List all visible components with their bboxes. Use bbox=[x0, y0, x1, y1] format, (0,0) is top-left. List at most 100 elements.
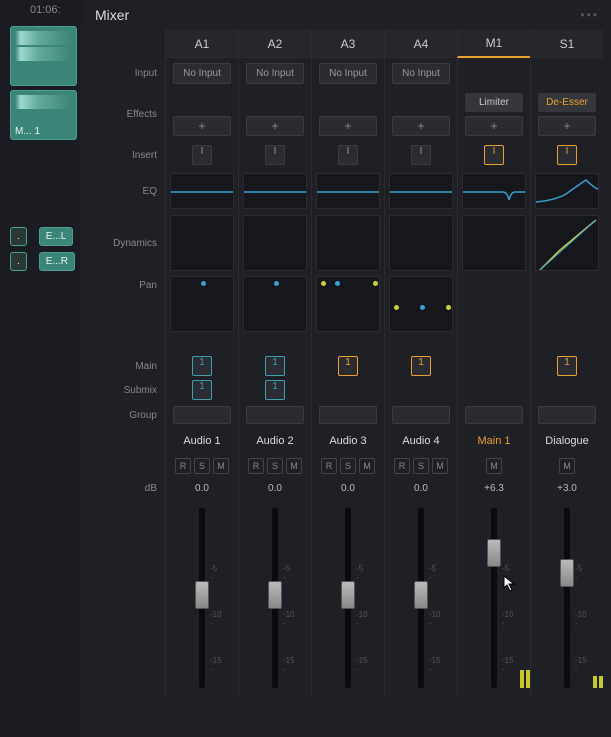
fader-handle[interactable] bbox=[487, 539, 501, 567]
main-assign-button[interactable]: 1 bbox=[265, 356, 285, 376]
eq-graph[interactable] bbox=[170, 173, 234, 209]
m-button[interactable]: M bbox=[559, 458, 575, 474]
eq-graph[interactable] bbox=[462, 173, 526, 209]
fader-handle[interactable] bbox=[560, 559, 574, 587]
eq-graph[interactable] bbox=[535, 173, 599, 209]
add-effect-button[interactable]: + bbox=[246, 116, 304, 136]
add-effect-button[interactable]: + bbox=[173, 116, 231, 136]
r-button[interactable]: R bbox=[175, 458, 191, 474]
dynamics-graph[interactable] bbox=[243, 215, 307, 271]
dynamics-graph[interactable] bbox=[170, 215, 234, 271]
pan-control[interactable] bbox=[170, 276, 234, 332]
channel-header-A4[interactable]: A4 bbox=[384, 30, 457, 58]
db-readout: +3.0 bbox=[555, 481, 579, 496]
dynamics-graph[interactable] bbox=[462, 215, 526, 271]
track-tag[interactable]: E...L bbox=[39, 227, 74, 246]
insert-button[interactable]: I bbox=[265, 145, 285, 165]
track-tag[interactable]: . bbox=[10, 227, 27, 246]
m-button[interactable]: M bbox=[359, 458, 375, 474]
add-effect-button[interactable]: + bbox=[392, 116, 450, 136]
insert-button[interactable]: I bbox=[484, 145, 504, 165]
input-selector[interactable]: No Input bbox=[319, 63, 377, 84]
add-effect-button[interactable]: + bbox=[538, 116, 596, 136]
submix-assign-button[interactable]: 1 bbox=[192, 380, 212, 400]
group-slot[interactable] bbox=[465, 406, 523, 424]
dynamics-graph[interactable] bbox=[535, 215, 599, 271]
s-button[interactable]: S bbox=[194, 458, 210, 474]
main-assign-button[interactable]: 1 bbox=[338, 356, 358, 376]
fader-handle[interactable] bbox=[414, 581, 428, 609]
options-icon[interactable]: ••• bbox=[580, 8, 599, 22]
fader-handle[interactable] bbox=[341, 581, 355, 609]
input-selector[interactable]: No Input bbox=[246, 63, 304, 84]
clip-label: M... 1 bbox=[15, 126, 40, 137]
dynamics-graph[interactable] bbox=[316, 215, 380, 271]
insert-button[interactable]: I bbox=[192, 145, 212, 165]
fader-track[interactable] bbox=[491, 508, 497, 688]
add-effect-button[interactable]: + bbox=[465, 116, 523, 136]
channel-name[interactable]: Audio 3 bbox=[325, 431, 370, 451]
pan-control[interactable] bbox=[316, 276, 380, 332]
fader-handle[interactable] bbox=[268, 581, 282, 609]
r-button[interactable]: R bbox=[321, 458, 337, 474]
group-slot[interactable] bbox=[319, 406, 377, 424]
m-button[interactable]: M bbox=[486, 458, 502, 474]
audio-clip[interactable]: M... 1 bbox=[10, 90, 77, 140]
group-slot[interactable] bbox=[538, 406, 596, 424]
channel-header-A3[interactable]: A3 bbox=[311, 30, 384, 58]
group-slot[interactable] bbox=[392, 406, 450, 424]
input-selector[interactable]: No Input bbox=[173, 63, 231, 84]
channel-header-S1[interactable]: S1 bbox=[530, 30, 603, 58]
s-button[interactable]: S bbox=[340, 458, 356, 474]
waveform-icon bbox=[15, 47, 72, 61]
main-assign-button[interactable]: 1 bbox=[557, 356, 577, 376]
channel-name[interactable]: Dialogue bbox=[541, 431, 592, 451]
m-button[interactable]: M bbox=[286, 458, 302, 474]
db-readout: 0.0 bbox=[193, 481, 211, 496]
m-button[interactable]: M bbox=[213, 458, 229, 474]
main-assign-button[interactable]: 1 bbox=[411, 356, 431, 376]
mixer-panel: Mixer ••• A1A2A3A4M1S1InputNo InputNo In… bbox=[83, 0, 611, 737]
insert-button[interactable]: I bbox=[557, 145, 577, 165]
channel-header-A2[interactable]: A2 bbox=[238, 30, 311, 58]
channel-name[interactable]: Audio 2 bbox=[252, 431, 297, 451]
insert-button[interactable]: I bbox=[338, 145, 358, 165]
timeline-sidebar: M... 1 . E...L . E...R bbox=[0, 22, 82, 737]
channel-name[interactable]: Main 1 bbox=[473, 431, 514, 451]
waveform-icon bbox=[15, 95, 72, 109]
channel-header-M1[interactable]: M1 bbox=[457, 30, 530, 58]
channel-name[interactable]: Audio 4 bbox=[398, 431, 443, 451]
eq-graph[interactable] bbox=[243, 173, 307, 209]
input-selector[interactable]: No Input bbox=[392, 63, 450, 84]
effect-slot[interactable]: De-Esser bbox=[538, 93, 596, 112]
main-assign-button[interactable]: 1 bbox=[192, 356, 212, 376]
eq-graph[interactable] bbox=[389, 173, 453, 209]
track-tag[interactable]: . bbox=[10, 252, 27, 271]
s-button[interactable]: S bbox=[413, 458, 429, 474]
track-tag[interactable]: E...R bbox=[39, 252, 75, 271]
dynamics-graph[interactable] bbox=[389, 215, 453, 271]
channel-header-A1[interactable]: A1 bbox=[165, 30, 238, 58]
channel-name[interactable]: Audio 1 bbox=[179, 431, 224, 451]
r-button[interactable]: R bbox=[394, 458, 410, 474]
group-slot[interactable] bbox=[246, 406, 304, 424]
eq-graph[interactable] bbox=[316, 173, 380, 209]
pan-control[interactable] bbox=[389, 276, 453, 332]
waveform-icon bbox=[15, 31, 72, 45]
add-effect-button[interactable]: + bbox=[319, 116, 377, 136]
group-slot[interactable] bbox=[173, 406, 231, 424]
s-button[interactable]: S bbox=[267, 458, 283, 474]
db-readout: 0.0 bbox=[266, 481, 284, 496]
fader-track[interactable] bbox=[564, 508, 570, 688]
audio-clip[interactable] bbox=[10, 26, 77, 86]
m-button[interactable]: M bbox=[432, 458, 448, 474]
db-readout: +6.3 bbox=[482, 481, 506, 496]
r-button[interactable]: R bbox=[248, 458, 264, 474]
effect-slot[interactable]: Limiter bbox=[465, 93, 523, 112]
pan-control[interactable] bbox=[243, 276, 307, 332]
panel-title: Mixer bbox=[95, 7, 129, 23]
fader-handle[interactable] bbox=[195, 581, 209, 609]
db-readout: 0.0 bbox=[412, 481, 430, 496]
insert-button[interactable]: I bbox=[411, 145, 431, 165]
submix-assign-button[interactable]: 1 bbox=[265, 380, 285, 400]
